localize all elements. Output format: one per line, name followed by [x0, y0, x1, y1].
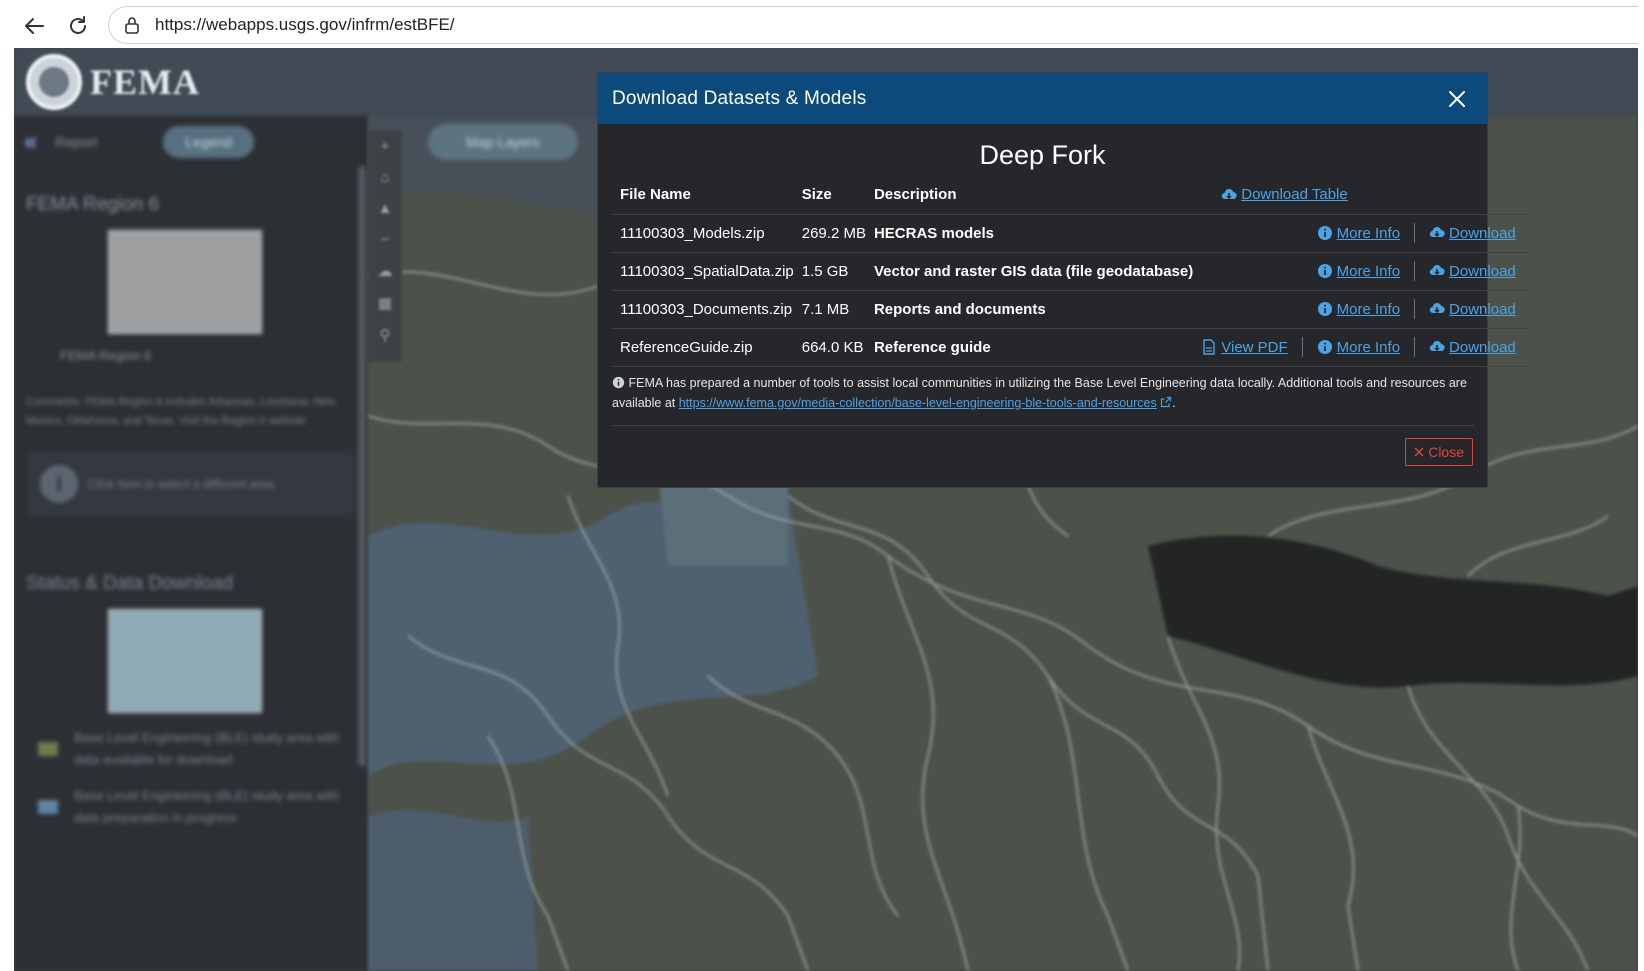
- file-size: 664.0 KB: [793, 328, 866, 367]
- reload-icon[interactable]: [58, 6, 98, 46]
- status-thumbnail-map: [108, 609, 262, 713]
- file-description: HECRAS models: [865, 214, 1194, 253]
- zoom-in-icon[interactable]: +: [381, 138, 390, 155]
- table-header-row: File Name Size Description Download Tabl…: [612, 176, 1530, 215]
- download-link[interactable]: Download: [1429, 301, 1516, 318]
- browser-toolbar: https://webapps.usgs.gov/infrm/estBFE/: [14, 4, 1644, 48]
- link-icon[interactable]: ⚲: [380, 326, 391, 344]
- map-layers-button[interactable]: Map Layers: [428, 124, 578, 160]
- modal-header: Download Datasets & Models: [598, 73, 1487, 124]
- files-table: File Name Size Description Download Tabl…: [612, 176, 1530, 367]
- sidebar-toolbar: « Report Legend: [14, 116, 368, 168]
- table-row: 11100303_Documents.zip 7.1 MB Reports an…: [612, 290, 1530, 329]
- file-size: 269.2 MB: [793, 214, 866, 253]
- area-name: Deep Fork: [979, 140, 1106, 170]
- cloud-download-icon: [1222, 188, 1237, 199]
- fema-logo-text: FEMA: [90, 62, 200, 102]
- dhs-seal-logo: [26, 54, 82, 110]
- region-comments: Comments: FEMA Region 6 includes Arkansa…: [26, 396, 336, 427]
- file-name: ReferenceGuide.zip: [612, 328, 794, 367]
- region-legend-label: FEMA Region 6: [60, 348, 152, 363]
- modal-body: Deep Fork File Name Size Description Dow…: [598, 124, 1530, 426]
- table-row: 11100303_SpatialData.zip 1.5 GB Vector a…: [612, 252, 1530, 291]
- sidebar-scrollbar[interactable]: [358, 166, 366, 766]
- info-icon: [1317, 302, 1332, 316]
- info-icon: [612, 376, 625, 388]
- left-sidebar: « Report Legend FEMA Region 6 FEMA Regio…: [14, 116, 368, 971]
- file-description: Reference guide: [865, 328, 1194, 367]
- download-link[interactable]: Download: [1429, 225, 1516, 242]
- basemap-icon[interactable]: ☁: [378, 262, 393, 280]
- file-size: 7.1 MB: [793, 290, 866, 329]
- more-info-link[interactable]: More Info: [1317, 301, 1400, 318]
- address-bar[interactable]: https://webapps.usgs.gov/infrm/estBFE/: [108, 6, 1644, 44]
- tools-resources-link[interactable]: https://www.fema.gov/media-collection/ba…: [679, 396, 1157, 410]
- legend-item-text: Base Level Engineering (BLE) study area …: [74, 730, 340, 767]
- collapse-sidebar-icon[interactable]: «: [24, 128, 37, 156]
- locate-icon[interactable]: ▲: [378, 200, 393, 217]
- file-description: Reports and documents: [865, 290, 1194, 329]
- file-size: 1.5 GB: [793, 252, 866, 291]
- info-icon: [1317, 340, 1332, 354]
- download-link[interactable]: Download: [1429, 339, 1516, 356]
- external-link-icon: [1161, 396, 1172, 407]
- info-icon: [1317, 226, 1332, 240]
- cloud-download-icon: [1429, 227, 1445, 238]
- info-icon: i: [40, 465, 78, 503]
- legend-tab[interactable]: Legend: [163, 126, 255, 158]
- zoom-out-icon[interactable]: −: [381, 231, 390, 248]
- file-name: 11100303_Models.zip: [612, 214, 794, 253]
- map-zoom-toolbar: + ⌂ ▲ − ☁ ▦ ⚲: [368, 130, 402, 362]
- url-text: https://webapps.usgs.gov/infrm/estBFE/: [155, 15, 455, 34]
- download-table-link[interactable]: Download Table: [1221, 186, 1348, 203]
- more-info-link[interactable]: More Info: [1317, 225, 1400, 242]
- extent-icon[interactable]: ▦: [378, 294, 392, 312]
- cloud-download-icon: [1429, 303, 1445, 314]
- tools-note: FEMA has prepared a number of tools to a…: [612, 373, 1474, 426]
- region-title: FEMA Region 6: [26, 194, 160, 215]
- col-actions: Download Table: [1193, 176, 1530, 215]
- close-button[interactable]: Close: [1405, 437, 1473, 466]
- close-icon[interactable]: [1441, 83, 1473, 115]
- file-name: 11100303_Documents.zip: [612, 290, 794, 329]
- lock-icon: [123, 16, 141, 34]
- download-datasets-modal: Download Datasets & Models Deep Fork Fil…: [597, 72, 1530, 488]
- col-description: Description: [865, 176, 1194, 215]
- cloud-download-icon: [1429, 265, 1445, 276]
- report-tab[interactable]: Report: [55, 134, 145, 150]
- view-pdf-link[interactable]: View PDF: [1201, 339, 1288, 356]
- table-row: ReferenceGuide.zip 664.0 KB Reference gu…: [612, 328, 1530, 367]
- legend-item: Base Level Engineering (BLE) study area …: [38, 785, 354, 829]
- file-name: 11100303_SpatialData.zip: [612, 252, 794, 291]
- region-thumbnail-map: [108, 230, 262, 334]
- table-row: 11100303_Models.zip 269.2 MB HECRAS mode…: [612, 214, 1530, 253]
- info-icon: [1317, 264, 1332, 278]
- legend-swatch: [38, 800, 58, 814]
- select-area-text[interactable]: Click here to select a different area.: [88, 477, 277, 491]
- home-icon[interactable]: ⌂: [380, 169, 389, 186]
- more-info-link[interactable]: More Info: [1317, 339, 1400, 356]
- more-info-link[interactable]: More Info: [1317, 263, 1400, 280]
- back-icon[interactable]: [14, 6, 54, 46]
- file-description: Vector and raster GIS data (file geodata…: [865, 252, 1194, 291]
- legend-swatch: [38, 742, 58, 756]
- pdf-file-icon: [1203, 339, 1215, 355]
- cloud-download-icon: [1429, 341, 1445, 352]
- download-link[interactable]: Download: [1429, 263, 1516, 280]
- select-area-info: i Click here to select a different area.: [28, 451, 354, 517]
- close-x-icon: [1414, 446, 1424, 457]
- legend-item: Base Level Engineering (BLE) study area …: [38, 727, 354, 771]
- modal-title: Download Datasets & Models: [612, 87, 867, 109]
- legend-item-text: Base Level Engineering (BLE) study area …: [74, 788, 340, 825]
- col-file-name: File Name: [612, 176, 794, 215]
- modal-footer: Close: [598, 426, 1487, 466]
- status-section-title: Status & Data Download: [26, 573, 234, 594]
- col-size: Size: [793, 176, 866, 215]
